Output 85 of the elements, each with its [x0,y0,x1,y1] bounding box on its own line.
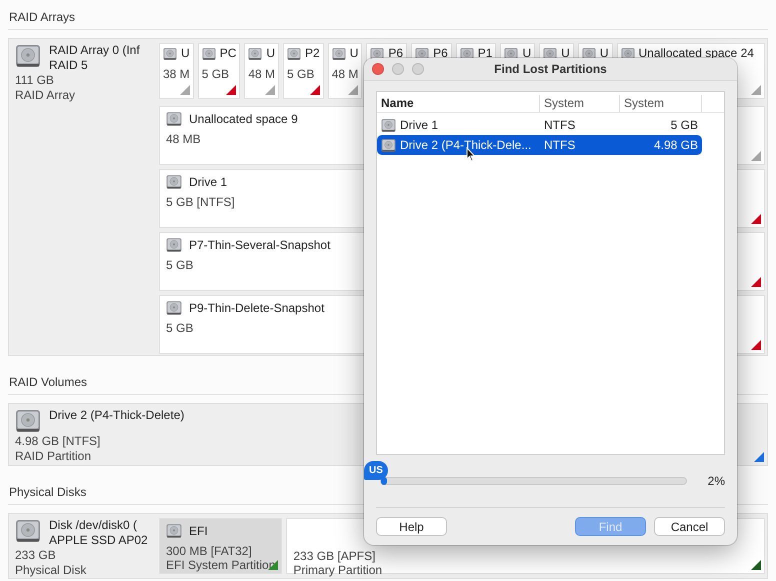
partition-name: Unallocated space 24 [638,46,754,61]
dialog-title: Find Lost Partitions [493,62,608,76]
device-model: RAID 5 [49,58,88,73]
column-header[interactable]: System [540,95,620,112]
partition-name: P1 [478,46,492,61]
partition-name: U [266,46,276,61]
device-size: 233 GB [15,548,56,563]
partition-name: EFI [189,524,208,538]
disk-icon [166,174,182,190]
partition-size: 5 GB [166,258,194,273]
partition-name: P7-Thin-Several-Snapshot [189,238,330,252]
partition-size: 233 GB [APFS] [293,549,376,564]
disk-icon [166,111,182,127]
disk-icon [248,46,262,60]
section-title: Physical Disks [9,485,86,499]
device-size: 4.98 GB [NTFS] [15,434,100,449]
partition-name: P9-Thin-Delete-Snapshot [189,300,324,316]
table-row[interactable]: Drive 1 NTFS 5 GB [377,115,702,135]
table-cell: NTFS [544,138,576,152]
input-source-badge: US [364,461,388,480]
partition-name: P6 [388,46,404,61]
close-button[interactable] [372,63,384,75]
disk-icon [332,46,346,60]
partition-name: U [600,46,608,61]
column-header[interactable]: System [620,95,702,112]
table-cell: Drive 1 [400,118,438,132]
device-name: Drive 2 (P4-Thick-Delete) [49,408,184,423]
partition-size: 48 MB [166,132,201,147]
partition-tile[interactable]: U 48 M [328,43,362,99]
device-model: APPLE SSD AP02 [49,533,148,548]
table-cell: 5 GB [670,118,698,132]
dialog-button[interactable]: Help [376,517,447,536]
partition-name: U [181,46,190,61]
device-name: Disk /dev/disk0 ( [49,518,138,533]
disk-icon [287,46,302,60]
partition-name: PC [220,46,236,61]
section-title: RAID Arrays [9,10,76,24]
device-type: RAID Partition [15,449,92,464]
disk-icon [370,46,384,60]
disk-icon [582,46,596,60]
partition-size: 5 GB [NTFS] [166,195,235,210]
partition-name: Unallocated space 9 [189,112,298,126]
disk-icon [381,118,396,132]
partition-size: 48 M [332,67,358,82]
disk-icon [504,46,518,60]
partition-size: 300 MB [FAT32] [166,544,252,559]
partition-name: P2 [305,46,320,61]
partition-tile[interactable]: U 48 M [244,43,280,99]
dialog-button[interactable]: Cancel [654,517,725,536]
column-header[interactable]: Name [377,95,540,112]
disk-icon [163,46,177,60]
partition-size: 5 GB [287,67,314,82]
disk-icon [166,523,182,539]
disk-icon [381,138,396,152]
zoom-button[interactable] [412,63,424,75]
partition-size: 5 GB [202,67,230,82]
disk-icon [166,237,182,253]
device-size: 111 GB [15,73,54,88]
partition-size: 5 GB [166,321,194,336]
partition-name: U [522,46,532,61]
table-row[interactable]: Drive 2 (P4-Thick-Dele... NTFS 4.98 GB [377,135,702,155]
partition-name: Drive 1 [189,174,228,190]
section-title: RAID Volumes [9,375,88,389]
partition-size: 48 M [248,67,276,82]
partition-size: 38 M [163,67,190,82]
disk-icon [543,46,558,60]
disk-icon [166,300,182,316]
partition-name: U [350,46,358,61]
partition-tile[interactable]: U 38 M [159,43,194,99]
device-name: RAID Array 0 (Inf [49,43,140,58]
disk-icon [460,46,474,60]
table-cell: Drive 2 (P4-Thick-Dele... [400,138,532,152]
partition-name: U [561,46,570,61]
disk-icon [620,46,634,60]
disk-icon [202,46,216,60]
partition-tile[interactable]: PC 5 GB [198,43,240,99]
disk-icon [415,46,430,60]
minimize-button[interactable] [392,63,404,75]
partition-name: P6 [433,46,448,61]
progress-percent: 2% [706,474,725,488]
device-type: RAID Array [15,88,76,103]
device-type: Physical Disk [15,563,86,578]
partition-tile[interactable]: P2 5 GB [283,43,324,99]
table-cell: 4.98 GB [654,138,698,152]
table-cell: NTFS [544,118,576,132]
